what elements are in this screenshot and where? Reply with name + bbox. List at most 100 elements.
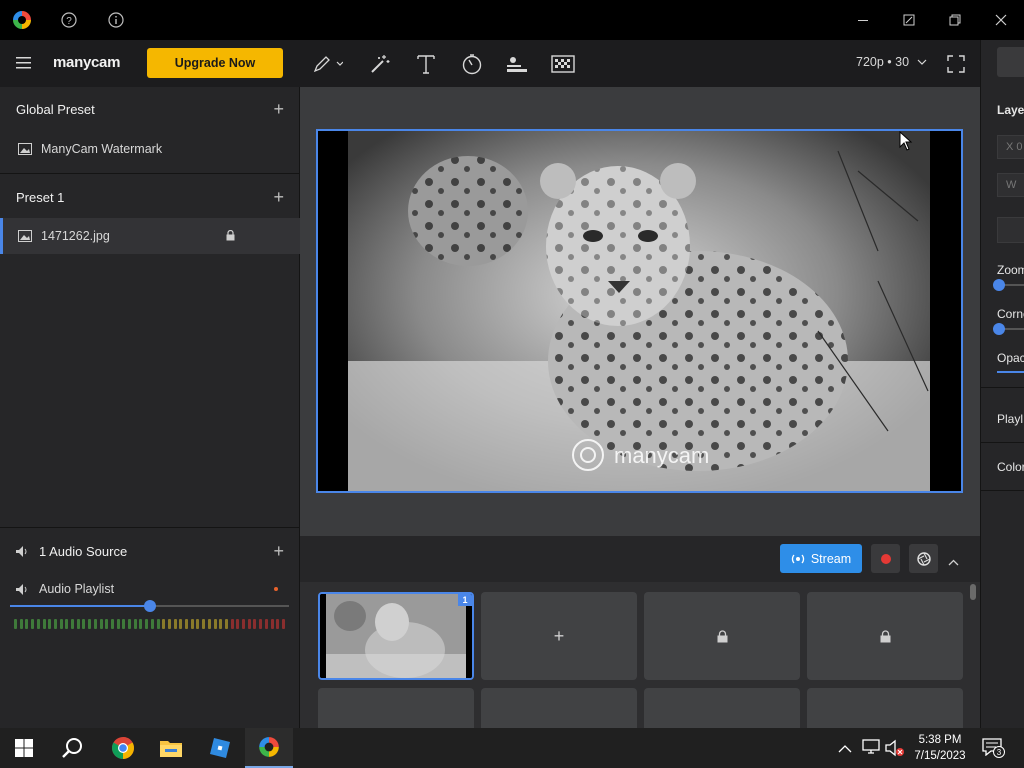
timer-tool-button[interactable] xyxy=(458,50,486,78)
compact-view-button[interactable] xyxy=(886,0,932,40)
locked-source-tile[interactable] xyxy=(644,592,800,680)
color-section[interactable]: Color xyxy=(997,460,1024,474)
upgrade-now-button[interactable]: Upgrade Now xyxy=(147,48,283,78)
show-hidden-icons-button[interactable] xyxy=(838,740,852,758)
add-preset-source-icon[interactable]: + xyxy=(273,187,284,208)
text-tool-button[interactable] xyxy=(412,50,440,78)
resolution-label: 720p • 30 xyxy=(856,55,910,69)
manycam-logo-icon xyxy=(10,8,34,32)
fullscreen-icon xyxy=(947,55,965,73)
stream-label: Stream xyxy=(810,551,852,566)
close-button[interactable] xyxy=(978,0,1024,40)
volume-button[interactable] xyxy=(885,739,905,762)
chevron-down-icon xyxy=(917,59,926,65)
record-icon xyxy=(880,553,891,564)
locked-source-tile[interactable] xyxy=(807,688,963,728)
preview-area: manycam xyxy=(300,87,980,536)
stream-button[interactable]: Stream xyxy=(780,544,862,573)
layer-tab[interactable]: Laye xyxy=(997,103,1024,117)
broadcast-icon xyxy=(791,554,804,563)
snow-leopard-thumbnail xyxy=(320,594,472,678)
zoom-label: Zoom xyxy=(997,263,1024,277)
roblox-studio-taskbar-button[interactable] xyxy=(196,728,244,768)
add-audio-source-icon[interactable]: + xyxy=(273,541,284,562)
level-meter-segment xyxy=(71,619,74,629)
lock-icon xyxy=(880,629,890,642)
speaker-icon xyxy=(16,583,27,595)
manycam-taskbar-button[interactable] xyxy=(245,728,293,768)
right-panel-input[interactable] xyxy=(997,217,1024,243)
level-meter-segment xyxy=(213,619,217,629)
effects-tool-button[interactable] xyxy=(366,50,394,78)
level-meter-segment xyxy=(236,619,240,629)
locked-source-tile[interactable] xyxy=(644,688,800,728)
snapshot-button[interactable] xyxy=(909,544,938,573)
level-meter-segment xyxy=(14,619,17,629)
record-button[interactable] xyxy=(871,544,900,573)
chroma-key-tool-button[interactable] xyxy=(549,50,577,78)
locked-source-tile[interactable] xyxy=(318,688,474,728)
level-meter-segment xyxy=(105,619,109,629)
level-meter-segment xyxy=(36,619,40,629)
file-explorer-taskbar-button[interactable] xyxy=(147,728,195,768)
grid-scrollbar[interactable] xyxy=(970,584,976,600)
divider xyxy=(981,387,1024,388)
position-x-field[interactable]: X 0 xyxy=(997,135,1024,159)
level-meter-segment xyxy=(190,619,194,629)
corner-slider-handle[interactable] xyxy=(993,323,1005,335)
title-bar: ? xyxy=(0,0,1024,40)
fullscreen-button[interactable] xyxy=(942,50,970,78)
width-field[interactable]: W xyxy=(997,173,1024,197)
level-meter-segment xyxy=(230,619,234,629)
chrome-taskbar-button[interactable] xyxy=(99,728,147,768)
start-button[interactable] xyxy=(0,728,48,768)
level-meter-segment xyxy=(59,619,63,629)
global-preset-item[interactable]: ManyCam Watermark xyxy=(0,131,300,167)
snow-leopard-image: manycam xyxy=(318,131,961,491)
level-meter-segment xyxy=(156,619,160,629)
locked-source-tile[interactable] xyxy=(481,688,637,728)
source-tile-1[interactable]: 1 xyxy=(318,592,474,680)
help-icon[interactable]: ? xyxy=(57,8,81,32)
preset-1-item[interactable]: 1471262.jpg xyxy=(0,218,300,254)
locked-source-tile[interactable] xyxy=(807,592,963,680)
lower-thirds-tool-button[interactable] xyxy=(503,50,531,78)
speaker-icon xyxy=(16,545,27,557)
opacity-label: Opac xyxy=(997,351,1024,365)
level-meter-segment xyxy=(179,619,183,629)
add-global-preset-icon[interactable]: + xyxy=(273,99,284,120)
resolution-dropdown[interactable]: 720p • 30 xyxy=(856,55,927,69)
volume-slider-handle[interactable] xyxy=(143,600,156,612)
collapse-panel-button[interactable] xyxy=(948,553,959,571)
info-icon[interactable] xyxy=(104,8,128,32)
audio-source-header: 1 Audio Source + xyxy=(0,529,300,573)
camera-shutter-icon xyxy=(916,551,931,566)
chrome-icon xyxy=(112,737,134,759)
level-meter-segment xyxy=(270,619,274,629)
restore-button[interactable] xyxy=(932,0,978,40)
network-button[interactable] xyxy=(862,739,880,760)
lock-icon[interactable] xyxy=(226,230,235,241)
main-preview[interactable]: manycam xyxy=(316,129,963,493)
draw-tool-button[interactable] xyxy=(308,50,348,78)
add-source-tile[interactable]: + xyxy=(481,592,637,680)
audio-source-title: 1 Audio Source xyxy=(39,543,128,559)
clock-date: 7/15/2023 xyxy=(914,750,966,762)
search-button[interactable] xyxy=(48,728,96,768)
zoom-slider-handle[interactable] xyxy=(993,279,1005,291)
right-panel-button[interactable] xyxy=(997,47,1024,77)
playlist-section[interactable]: Playl xyxy=(997,412,1023,426)
action-center-button[interactable]: 3 xyxy=(982,738,1005,761)
level-meter-segment xyxy=(162,619,166,629)
menu-icon[interactable] xyxy=(16,56,31,74)
divider xyxy=(981,490,1024,491)
clock[interactable]: 5:38 PM 7/15/2023 xyxy=(908,732,972,764)
mouse-cursor-icon xyxy=(899,131,913,151)
zoom-slider[interactable] xyxy=(993,279,1024,291)
minimize-button[interactable] xyxy=(840,0,886,40)
corner-slider[interactable] xyxy=(993,323,1024,335)
level-meter-segment xyxy=(145,619,149,629)
opacity-slider[interactable] xyxy=(997,371,1024,373)
lock-icon xyxy=(717,629,727,642)
volume-slider[interactable] xyxy=(10,600,289,612)
